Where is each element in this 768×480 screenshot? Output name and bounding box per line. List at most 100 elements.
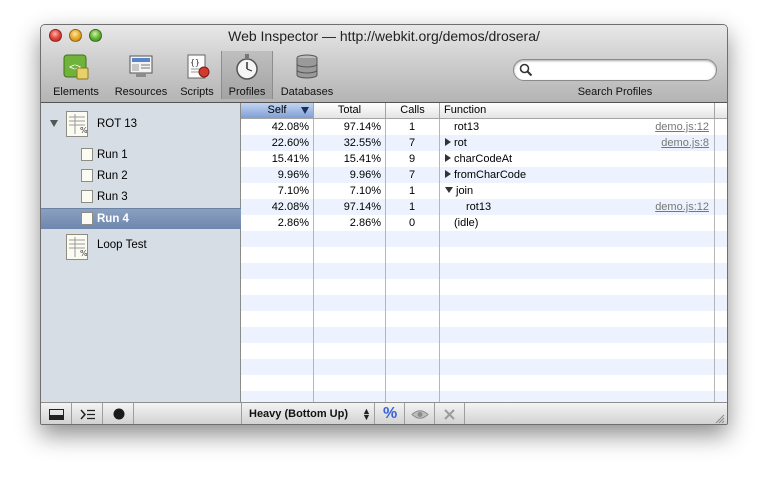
search-label: Search Profiles bbox=[577, 86, 653, 98]
self-cell: 7.10% bbox=[277, 185, 309, 197]
function-cell: rot13 bbox=[454, 119, 479, 135]
self-cell: 42.08% bbox=[271, 121, 309, 133]
function-cell: rot13 bbox=[466, 199, 491, 215]
toolbar-profiles-button[interactable]: Profiles bbox=[221, 51, 273, 99]
table-row[interactable]: 2.86% 2.86% 0 (idle) bbox=[241, 215, 727, 231]
sidebar-item-label: Run 1 bbox=[97, 149, 128, 161]
self-cell: 42.08% bbox=[271, 201, 309, 213]
dock-window-icon bbox=[49, 409, 64, 420]
column-header-label: Function bbox=[444, 104, 487, 116]
table-row[interactable]: 42.08% 97.14% 1 rot13 demo.js:12 bbox=[241, 119, 727, 135]
sidebar-item-run-3[interactable]: Run 3 bbox=[41, 187, 241, 208]
function-cell: charCodeAt bbox=[445, 151, 512, 167]
calls-cell: 7 bbox=[408, 169, 416, 181]
window-title: Web Inspector — http://webkit.org/demos/… bbox=[228, 28, 540, 44]
function-cell: fromCharCode bbox=[445, 167, 526, 183]
svg-text:{}: {} bbox=[190, 58, 200, 67]
resize-grip-icon[interactable] bbox=[714, 413, 725, 424]
console-prompt-icon bbox=[80, 409, 95, 420]
column-header-function[interactable]: Function bbox=[440, 103, 715, 118]
toolbar-databases-button[interactable]: Databases bbox=[273, 51, 341, 99]
sidebar-item-run-4[interactable]: Run 4 bbox=[41, 208, 241, 229]
toolbar-elements-button[interactable]: <> Elements bbox=[43, 51, 109, 99]
dock-toggle-button[interactable] bbox=[41, 403, 72, 424]
function-name: fromCharCode bbox=[454, 169, 527, 181]
view-mode-select[interactable]: Heavy (Bottom Up) ▲ ▼ bbox=[241, 403, 375, 424]
focus-function-button[interactable] bbox=[405, 403, 435, 424]
column-header-label: Total bbox=[337, 104, 362, 116]
sidebar-item-label: Run 2 bbox=[97, 170, 128, 182]
column-header-self[interactable]: Self bbox=[241, 103, 314, 118]
toolbar-scripts-label: Scripts bbox=[180, 86, 214, 98]
source-link[interactable]: demo.js:12 bbox=[655, 199, 709, 215]
function-cell: (idle) bbox=[454, 215, 478, 231]
record-profile-button[interactable] bbox=[103, 403, 134, 424]
column-header-label: Self bbox=[267, 104, 287, 116]
table-row[interactable]: 9.96% 9.96% 7 fromCharCode bbox=[241, 167, 727, 183]
function-name: rot13 bbox=[466, 201, 492, 213]
table-row[interactable]: 7.10% 7.10% 1 join bbox=[241, 183, 727, 199]
sidebar-item-run-2[interactable]: Run 2 bbox=[41, 166, 241, 187]
search-field[interactable] bbox=[513, 59, 717, 81]
disclosure-collapsed-icon[interactable] bbox=[445, 170, 451, 178]
toolbar-scripts-button[interactable]: {} Scripts bbox=[173, 51, 221, 99]
sidebar-item-label: Run 4 bbox=[97, 213, 129, 225]
sidebar-group-title: Loop Test bbox=[97, 239, 147, 251]
search-input[interactable] bbox=[536, 63, 706, 77]
table-header: Self Total Calls Function bbox=[241, 103, 727, 119]
total-cell: 2.86% bbox=[349, 217, 381, 229]
column-header-calls[interactable]: Calls bbox=[386, 103, 440, 118]
search-icon bbox=[519, 63, 533, 77]
disclosure-expanded-icon[interactable] bbox=[50, 120, 58, 127]
view-mode-value: Heavy (Bottom Up) bbox=[249, 408, 349, 420]
toolbar-resources-button[interactable]: Resources bbox=[109, 51, 173, 99]
eye-icon bbox=[411, 410, 429, 419]
table-body: 42.08% 97.14% 1 rot13 demo.js:12 22.60% … bbox=[241, 119, 727, 402]
percent-toggle-button[interactable]: % bbox=[375, 403, 405, 424]
disclosure-expanded-icon[interactable] bbox=[445, 187, 453, 193]
source-link[interactable]: demo.js:8 bbox=[661, 135, 709, 151]
table-row[interactable]: 22.60% 32.55% 7 rot demo.js:8 bbox=[241, 135, 727, 151]
databases-icon bbox=[296, 54, 318, 79]
function-name: rot13 bbox=[454, 121, 480, 133]
function-name: rot bbox=[454, 137, 467, 149]
sidebar-group-loop-test[interactable]: % Loop Test bbox=[41, 231, 241, 265]
profile-group-icon: % bbox=[66, 234, 88, 260]
column-header-total[interactable]: Total bbox=[314, 103, 386, 118]
self-cell: 15.41% bbox=[271, 153, 309, 165]
total-cell: 7.10% bbox=[349, 185, 381, 197]
table-row[interactable]: 42.08% 97.14% 1 rot13 demo.js:12 bbox=[241, 199, 727, 215]
table-row[interactable]: 15.41% 15.41% 9 charCodeAt bbox=[241, 151, 727, 167]
column-header-label: Calls bbox=[400, 104, 425, 116]
calls-cell: 9 bbox=[408, 153, 416, 165]
status-bar: Heavy (Bottom Up) ▲ ▼ % bbox=[41, 402, 727, 424]
svg-text:%: % bbox=[80, 126, 87, 135]
sidebar-group-title: ROT 13 bbox=[97, 118, 138, 130]
console-toggle-button[interactable] bbox=[72, 403, 103, 424]
calls-cell: 1 bbox=[408, 185, 416, 197]
total-cell: 15.41% bbox=[343, 153, 381, 165]
disclosure-collapsed-icon[interactable] bbox=[445, 138, 451, 146]
sidebar-group-rot13[interactable]: % ROT 13 bbox=[41, 107, 241, 141]
toolbar-profiles-label: Profiles bbox=[228, 86, 266, 98]
sidebar-item-label: Run 3 bbox=[97, 191, 128, 203]
exclude-function-button[interactable] bbox=[435, 403, 465, 424]
profile-run-icon bbox=[81, 169, 93, 182]
total-cell: 9.96% bbox=[349, 169, 381, 181]
profile-data-grid: Self Total Calls Function 42.08% 97.14% bbox=[241, 103, 727, 402]
record-icon bbox=[113, 408, 125, 420]
self-cell: 2.86% bbox=[277, 217, 309, 229]
elements-icon: <> bbox=[63, 54, 89, 80]
profile-group-icon: % bbox=[66, 111, 88, 137]
calls-cell: 1 bbox=[408, 121, 416, 133]
sidebar-item-run-1[interactable]: Run 1 bbox=[41, 145, 241, 166]
percent-icon: % bbox=[383, 405, 398, 422]
source-link[interactable]: demo.js:12 bbox=[655, 119, 709, 135]
disclosure-collapsed-icon[interactable] bbox=[445, 154, 451, 162]
function-cell: join bbox=[445, 183, 473, 199]
total-cell: 32.55% bbox=[343, 137, 381, 149]
self-cell: 22.60% bbox=[271, 137, 309, 149]
function-name: charCodeAt bbox=[454, 153, 513, 165]
profile-run-icon bbox=[81, 148, 93, 161]
function-cell: rot bbox=[445, 135, 467, 151]
